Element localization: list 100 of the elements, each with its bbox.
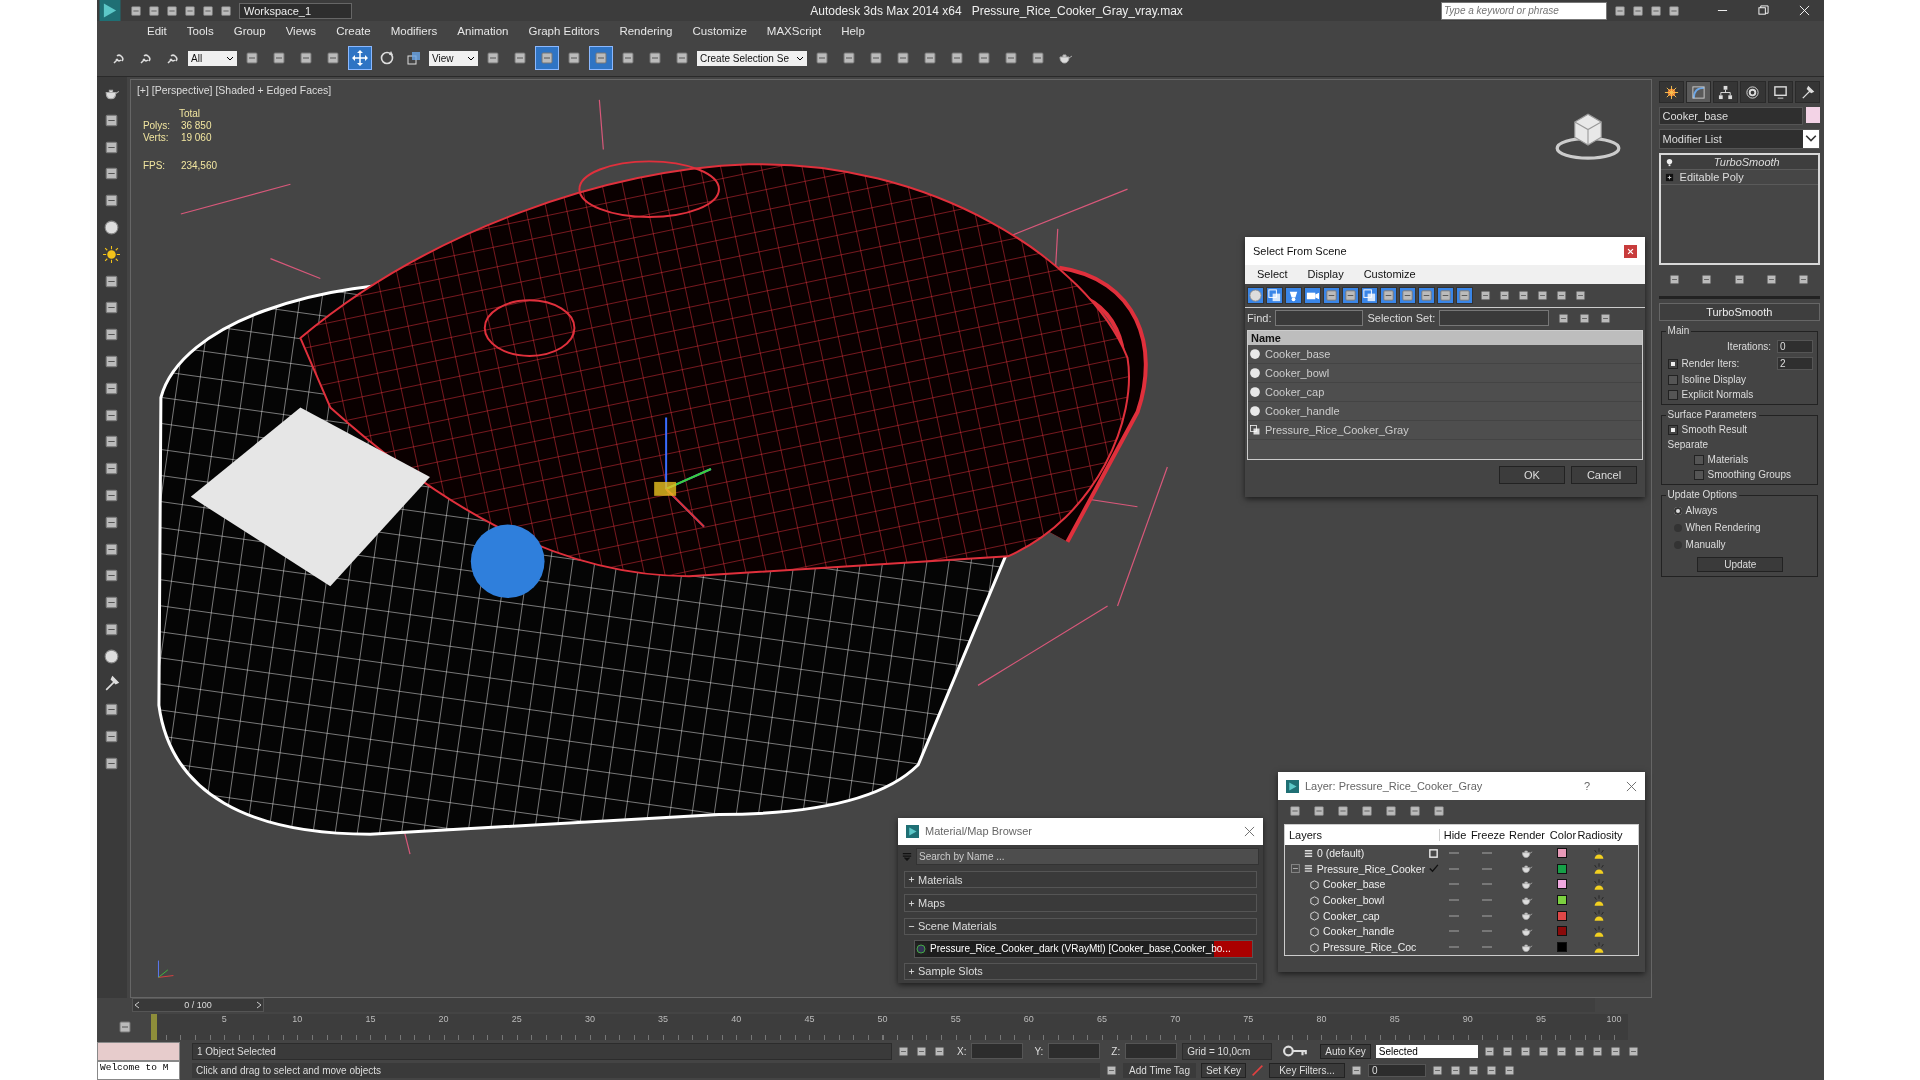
rollout-header[interactable]: TurboSmooth bbox=[1658, 303, 1820, 321]
radio-label: Manually bbox=[1685, 539, 1726, 550]
file-name: Pressure_Rice_Cooker_Gray_vray.max bbox=[971, 3, 1183, 18]
layer-row[interactable]: Cooker_bowl bbox=[1285, 892, 1638, 908]
layer-name: Cooker_handle bbox=[1323, 925, 1395, 938]
workspace-dropdown[interactable]: Workspace_1 bbox=[239, 2, 353, 19]
object-name: Pressure_Rice_Cooker_Gray bbox=[1265, 424, 1409, 436]
spinner-field[interactable]: 0 bbox=[1777, 340, 1813, 353]
auto-key-button[interactable]: Auto Key bbox=[1320, 1043, 1371, 1059]
column-header[interactable]: Hide bbox=[1439, 829, 1470, 842]
search-field[interactable]: Type a keyword or phrase bbox=[1441, 1, 1607, 20]
menu-item[interactable]: Group bbox=[223, 24, 276, 37]
layer-row[interactable]: Cooker_base bbox=[1285, 876, 1638, 893]
category-header[interactable]: Materials bbox=[904, 870, 1257, 889]
category-header[interactable]: Sample Slots bbox=[904, 962, 1257, 980]
checkbox-label: Isoline Display bbox=[1681, 374, 1747, 385]
column-header[interactable]: Name bbox=[1248, 331, 1642, 345]
layer-row[interactable]: Cooker_cap bbox=[1285, 907, 1638, 924]
layer-row[interactable]: Pressure_Rice_Coc bbox=[1285, 939, 1638, 955]
search-field[interactable]: Search by Name ... bbox=[916, 847, 1259, 865]
stats-heading: Total bbox=[177, 108, 201, 119]
modifier-list-dropdown[interactable]: Modifier List bbox=[1658, 129, 1820, 149]
object-name-field[interactable]: Cooker_base bbox=[1658, 107, 1803, 125]
track-bar[interactable]: 5 10 15 20 25 30 35 40 45 50 55 60 65 70 75 80 85 90 95 100 bbox=[151, 1014, 1628, 1040]
current-frame-field[interactable]: 0 bbox=[1368, 1063, 1426, 1077]
menu-item[interactable]: Rendering bbox=[609, 24, 683, 37]
layer-row[interactable]: Cooker_handle bbox=[1285, 923, 1638, 940]
frame-number: 75 bbox=[1243, 1014, 1254, 1026]
toolbar-dropdown[interactable]: Create Selection Se bbox=[697, 50, 807, 66]
stat-label: FPS: bbox=[142, 160, 167, 171]
set-key-button[interactable]: Set Key bbox=[1200, 1062, 1246, 1078]
layer-row[interactable]: Pressure_Rice_Cooker bbox=[1285, 860, 1638, 877]
scene-object-row[interactable]: Cooker_cap bbox=[1248, 383, 1642, 402]
viewport-label[interactable]: [+] [Perspective] [Shaded + Edged Faces] bbox=[136, 84, 332, 96]
menu-item[interactable]: Modifiers bbox=[380, 24, 448, 37]
coordinate-label: X: bbox=[957, 1045, 967, 1057]
column-header[interactable]: Layers bbox=[1285, 829, 1439, 842]
frame-number: 40 bbox=[731, 1014, 742, 1026]
column-header[interactable]: Render bbox=[1506, 829, 1548, 842]
column-header[interactable]: Radiosity bbox=[1578, 829, 1622, 842]
app-title: Autodesk 3ds Max 2014 x64 bbox=[810, 3, 962, 18]
stat-label: Polys: bbox=[142, 120, 172, 131]
frame-number: 60 bbox=[1023, 1014, 1034, 1026]
scene-object-row[interactable]: Cooker_handle bbox=[1248, 402, 1642, 421]
group-title: Update Options bbox=[1665, 489, 1740, 500]
checkbox-label: Explicit Normals bbox=[1681, 389, 1754, 400]
frame-number: 45 bbox=[804, 1014, 815, 1026]
menu-item[interactable]: Create bbox=[326, 24, 381, 37]
key-mode-dropdown[interactable]: Selected bbox=[1375, 1044, 1478, 1058]
scene-object-row[interactable]: Pressure_Rice_Cooker_Gray bbox=[1248, 421, 1642, 440]
scene-object-row[interactable]: Cooker_base bbox=[1248, 345, 1642, 364]
maxscript-listener-output[interactable]: Welcome to M bbox=[97, 1061, 180, 1080]
coordinate-label: Y: bbox=[1034, 1045, 1044, 1057]
frame-number: 35 bbox=[658, 1014, 669, 1026]
menu-item[interactable]: Help bbox=[831, 24, 875, 37]
coordinate-label: Z: bbox=[1111, 1045, 1121, 1057]
dialog-button[interactable]: Cancel bbox=[1571, 466, 1637, 484]
toolbar-dropdown[interactable]: View bbox=[429, 50, 478, 66]
menu-item[interactable]: Customize bbox=[1363, 268, 1416, 280]
frame-number: 70 bbox=[1170, 1014, 1181, 1026]
help-button[interactable]: ? bbox=[1583, 780, 1590, 792]
menu-item[interactable]: Animation bbox=[447, 24, 519, 37]
stack-item[interactable]: TurboSmooth bbox=[1660, 155, 1818, 170]
add-time-tag-field[interactable]: Add Time Tag bbox=[1123, 1062, 1196, 1078]
column-header[interactable]: Color bbox=[1548, 829, 1578, 842]
key-filters-button[interactable]: Key Filters... bbox=[1269, 1062, 1345, 1078]
window-title: Material/Map Browser bbox=[925, 825, 1033, 838]
category-header[interactable]: Scene Materials bbox=[904, 917, 1257, 936]
layer-row[interactable]: 0 (default) bbox=[1285, 845, 1638, 861]
menu-item[interactable]: Customize bbox=[682, 24, 757, 37]
layer-name: 0 (default) bbox=[1317, 847, 1365, 860]
stat-value: 19 060 bbox=[180, 132, 212, 143]
checkbox-label: Smoothing Groups bbox=[1707, 469, 1791, 480]
stat-value: 234,560 bbox=[180, 160, 218, 171]
category-header[interactable]: Maps bbox=[904, 894, 1257, 912]
menu-item[interactable]: Views bbox=[275, 24, 327, 37]
spinner-field[interactable]: 2 bbox=[1777, 357, 1813, 370]
stack-item[interactable]: Editable Poly bbox=[1660, 170, 1818, 185]
frame-number: 85 bbox=[1389, 1014, 1400, 1026]
grid-size: Grid = 10,0cm bbox=[1182, 1042, 1273, 1060]
column-header[interactable]: Freeze bbox=[1470, 829, 1506, 842]
time-slider-thumb[interactable]: 0 / 100 bbox=[132, 998, 264, 1012]
menu-item[interactable]: Tools bbox=[176, 24, 224, 37]
update-button[interactable]: Update bbox=[1697, 557, 1784, 572]
menu-item[interactable]: Edit bbox=[137, 24, 177, 37]
group-title: Surface Parameters bbox=[1665, 409, 1759, 420]
frame-number: 90 bbox=[1462, 1014, 1473, 1026]
checkbox-label: Render Iters: bbox=[1681, 358, 1740, 369]
menu-item[interactable]: MAXScript bbox=[756, 24, 832, 37]
stack-item-label: TurboSmooth bbox=[1712, 156, 1781, 168]
scene-object-row[interactable]: Cooker_bowl bbox=[1248, 364, 1642, 383]
dialog-button[interactable]: OK bbox=[1499, 466, 1565, 484]
selection-status: 1 Object Selected bbox=[192, 1042, 892, 1060]
toolbar-dropdown[interactable]: All bbox=[188, 50, 237, 66]
menu-item[interactable]: Display bbox=[1307, 268, 1344, 280]
time-slider-track[interactable]: 0 / 100 bbox=[132, 998, 1595, 1012]
object-name: Cooker_cap bbox=[1265, 386, 1325, 398]
menu-item[interactable]: Select bbox=[1257, 268, 1288, 280]
object-name: Cooker_bowl bbox=[1265, 367, 1330, 379]
menu-item[interactable]: Graph Editors bbox=[518, 24, 610, 37]
